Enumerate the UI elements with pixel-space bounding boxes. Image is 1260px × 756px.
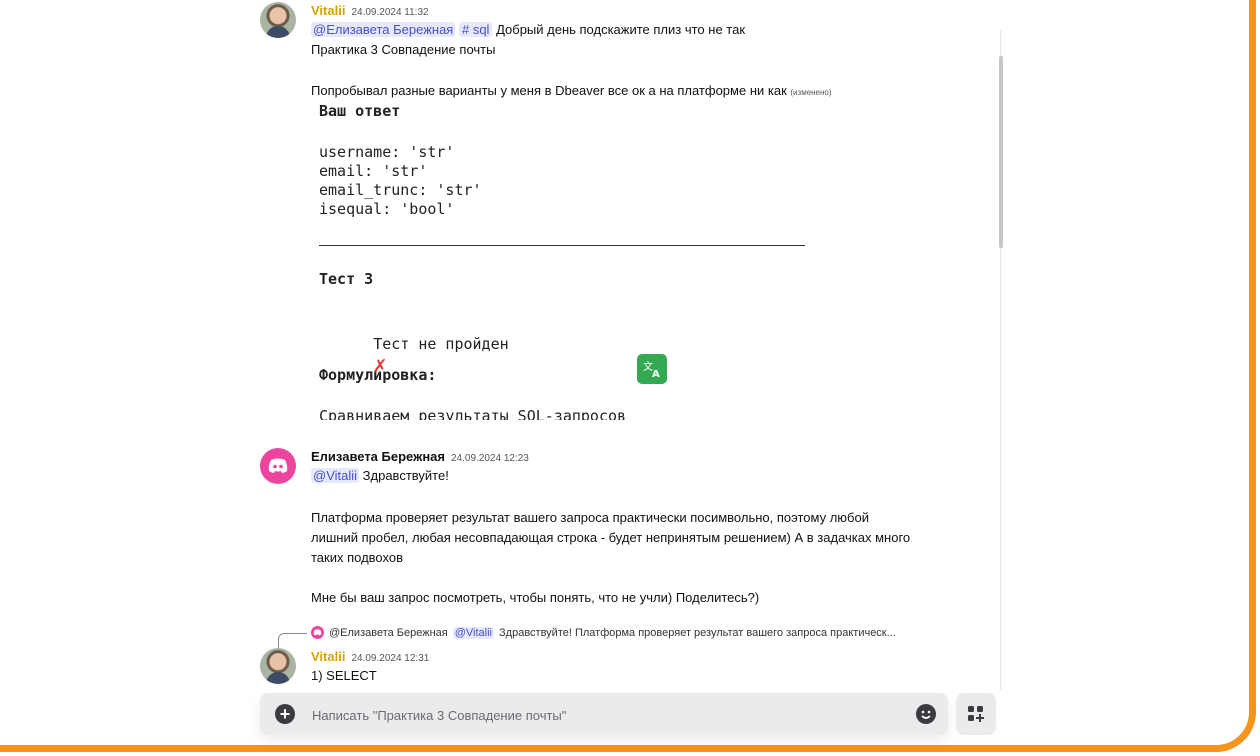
edited-label: (изменено): [790, 88, 832, 97]
divider: [319, 245, 805, 246]
screenshot-heading: Ваш ответ: [319, 102, 401, 120]
wording-text: Сравниваем результаты SQL-запросов: [319, 407, 627, 420]
message-text: таких подвохов: [311, 550, 404, 565]
attached-screenshot[interactable]: Ваш ответ username: 'str' email: 'str' e…: [311, 98, 811, 420]
avatar[interactable]: [260, 2, 296, 38]
translate-icon[interactable]: 文 A: [637, 354, 667, 384]
reply-connector: [278, 633, 307, 648]
message-header: Vitalii 24.09.2024 12:31: [311, 649, 429, 664]
plus-icon[interactable]: +: [275, 704, 295, 724]
reply-preview[interactable]: @Елизавета Бережная @Vitalii Здравствуйт…: [311, 626, 896, 639]
timestamp: 24.09.2024 12:31: [351, 653, 430, 664]
code-line: email: 'str': [319, 162, 428, 180]
author-name[interactable]: Елизавета Бережная: [311, 449, 445, 464]
discord-avatar[interactable]: [260, 448, 296, 484]
message-text: Мне бы ваш запрос посмотреть, чтобы поня…: [311, 590, 760, 605]
reply-text: Здравствуйте! Платформа проверяет резуль…: [499, 626, 896, 639]
message-text: @Vitalii Здравствуйте!: [311, 468, 449, 483]
code-line: username: 'str': [319, 143, 455, 161]
message-text: 1) SELECT: [311, 668, 377, 683]
discord-avatar-small: [311, 626, 324, 639]
message-header: Елизавета Бережная 24.09.2024 12:23: [311, 449, 529, 464]
test-status: Тест не пройден ✗: [373, 335, 509, 378]
apps-icon[interactable]: [956, 693, 996, 735]
message-text: @Елизавета Бережная # sql Добрый день по…: [311, 22, 746, 37]
avatar[interactable]: [260, 648, 296, 684]
message-text: Платформа проверяет результат вашего зап…: [311, 510, 869, 525]
wording-label: Формулировка:: [319, 366, 437, 384]
author-name[interactable]: Vitalii: [311, 3, 345, 18]
message-composer: +: [260, 693, 948, 735]
scrollbar[interactable]: [999, 56, 1003, 248]
timestamp: 24.09.2024 11:32: [351, 7, 429, 18]
code-line: email_trunc: 'str': [319, 181, 482, 199]
test-title: Тест 3: [319, 270, 374, 288]
code-line: isequal: 'bool': [319, 200, 455, 218]
reply-author[interactable]: @Елизавета Бережная: [329, 627, 448, 639]
chat-area: Vitalii 24.09.2024 11:32 @Елизавета Бере…: [0, 0, 1260, 756]
timestamp: 24.09.2024 12:23: [451, 453, 529, 464]
user-mention[interactable]: @Vitalii: [452, 626, 495, 639]
message-header: Vitalii 24.09.2024 11:32: [311, 3, 429, 18]
user-mention[interactable]: @Vitalii: [311, 468, 360, 483]
emoji-icon[interactable]: [916, 704, 936, 724]
channel-mention[interactable]: # sql: [458, 22, 493, 37]
message-text: лишний пробел, любая несовпадающая строк…: [311, 530, 911, 545]
user-mention[interactable]: @Елизавета Бережная: [311, 22, 456, 37]
message-text: Практика 3 Совпадение почты: [311, 42, 496, 57]
svg-text:A: A: [652, 369, 660, 378]
message-input[interactable]: [310, 701, 894, 729]
author-name[interactable]: Vitalii: [311, 649, 345, 664]
